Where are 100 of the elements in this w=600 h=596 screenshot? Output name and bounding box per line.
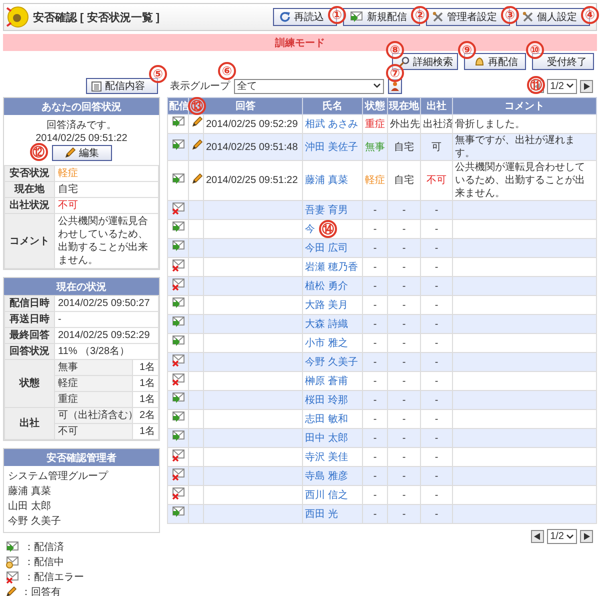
name-link[interactable]: 藤浦 真菜 — [305, 175, 348, 186]
pencil-icon — [191, 116, 203, 128]
field-label: 安否状況 — [4, 166, 54, 182]
admin-name: システム管理グループ — [8, 470, 110, 483]
right-triangle-icon — [583, 533, 590, 540]
envelope-clock-icon — [5, 555, 20, 569]
legend-label: ：配信中 — [24, 556, 64, 569]
search-icon — [399, 56, 410, 67]
envelope-sent-icon — [170, 429, 186, 443]
previous-page-button[interactable] — [531, 530, 544, 543]
count-label: 可（出社済含む） — [54, 408, 132, 424]
bell-icon — [474, 56, 485, 67]
callout-number: ⑧ — [386, 41, 404, 59]
envelope-sent-icon — [170, 315, 186, 329]
field-value: - — [54, 312, 158, 328]
page-select[interactable]: 1/2 — [547, 78, 577, 94]
name-link[interactable]: 今 — [305, 224, 315, 234]
count-value: 2名 — [132, 408, 158, 424]
caret-icon — [566, 83, 574, 89]
column-header: 氏名 — [302, 98, 362, 114]
envelope-sent-icon — [170, 172, 186, 186]
group-label: 表示グループ — [170, 81, 230, 92]
table-cell: - — [362, 504, 388, 524]
panel-title: 安否確認管理者 — [4, 449, 159, 466]
envelope-error-icon — [170, 467, 186, 481]
field-value: 2014/02/25 09:52:29 — [54, 328, 158, 344]
app-logo-icon — [6, 6, 30, 28]
left-triangle-icon — [534, 533, 542, 540]
caret-icon — [566, 534, 574, 540]
edit-button[interactable]: 編集 — [52, 145, 112, 161]
field-label: 現在地 — [4, 182, 54, 198]
table-cell: - — [388, 504, 420, 524]
action-button[interactable]: 再配信 — [464, 53, 526, 70]
document-icon — [91, 80, 102, 92]
count-value: 1名 — [132, 360, 158, 376]
field-label: 出社状況 — [4, 198, 54, 214]
field-label: コメント — [4, 214, 54, 268]
admin-name: 藤浦 真菜 — [8, 484, 52, 498]
page-select[interactable]: 1/2 — [547, 529, 577, 544]
envelope-error-icon — [170, 353, 186, 367]
group-settings-button[interactable] — [388, 78, 402, 94]
field-label: 回答状況 — [4, 344, 54, 360]
panel-title: 現在の状況 — [4, 278, 159, 295]
person-icon — [390, 81, 400, 91]
count-label: 不可 — [54, 424, 132, 440]
group-select[interactable]: 全て — [234, 78, 384, 94]
callout-number: ⑪ — [527, 76, 546, 94]
right-triangle-icon — [583, 82, 590, 90]
callout-number: ⑩ — [526, 41, 544, 59]
field-label: 最終回答 — [4, 328, 54, 344]
next-page-button[interactable] — [580, 530, 593, 543]
envelope-sent-icon — [5, 540, 20, 554]
count-value: 1名 — [132, 376, 158, 392]
envelope-sent-icon — [170, 239, 186, 253]
page-title: 安否確認 [ 安否状況一覧 ] — [33, 10, 160, 24]
field-value: 2014/02/25 09:50:27 — [54, 296, 158, 312]
field-value: 軽症 — [54, 166, 158, 182]
field-value: 11% （3/28名） — [54, 344, 158, 360]
left-triangle-icon — [534, 82, 542, 90]
pencil-icon — [191, 172, 203, 184]
table-cell: - — [420, 504, 452, 524]
field-value: 公共機関が運転見合わせしているため、出勤することが出来ません。 — [54, 214, 158, 268]
legend-label: ：配信エラー — [24, 571, 84, 584]
callout-number: ⑤ — [149, 65, 167, 83]
tools-icon — [432, 11, 444, 23]
delivery-content-button[interactable]: 配信内容 — [86, 78, 158, 94]
count-label: 無事 — [54, 360, 132, 376]
envelope-error-icon — [5, 570, 20, 584]
count-value: 1名 — [132, 392, 158, 408]
column-header: 出社 — [420, 98, 452, 114]
next-page-button[interactable] — [580, 80, 593, 92]
envelope-sent-icon — [170, 138, 186, 152]
admin-name: 今野 久美子 — [8, 514, 62, 528]
field-value: 不可 — [54, 198, 158, 214]
pencil-icon — [64, 147, 76, 159]
count-label: 重症 — [54, 392, 132, 408]
callout-number: ⑫ — [30, 143, 48, 161]
admin-name: 山田 太郎 — [8, 500, 52, 513]
callout-number: ⑨ — [458, 41, 476, 59]
envelope-sent-icon — [349, 10, 364, 24]
field-label: 出社 — [4, 408, 54, 440]
column-header: 状態 — [362, 98, 388, 114]
field-label: 状態 — [4, 360, 54, 408]
callout-number: ④ — [581, 6, 599, 24]
envelope-sent-icon — [170, 505, 186, 519]
envelope-error-icon — [170, 201, 186, 215]
envelope-error-icon — [170, 277, 186, 291]
action-button[interactable]: 受付終了 — [532, 53, 594, 70]
callout-number: ⑥ — [218, 62, 236, 80]
field-value: 自宅 — [54, 182, 158, 198]
envelope-sent-icon — [170, 391, 186, 405]
legend-label: ：回答有 — [21, 586, 61, 596]
count-label: 軽症 — [54, 376, 132, 392]
pencil-icon — [191, 139, 203, 151]
answer-time: 2014/02/25 09:51:22 — [36, 133, 128, 144]
field-label: 再送日時 — [4, 312, 54, 328]
legend-label: ：配信済 — [24, 540, 64, 554]
reload-icon — [279, 11, 291, 23]
action-button[interactable]: 詳細検索 — [392, 53, 458, 70]
tools-icon — [522, 11, 534, 23]
